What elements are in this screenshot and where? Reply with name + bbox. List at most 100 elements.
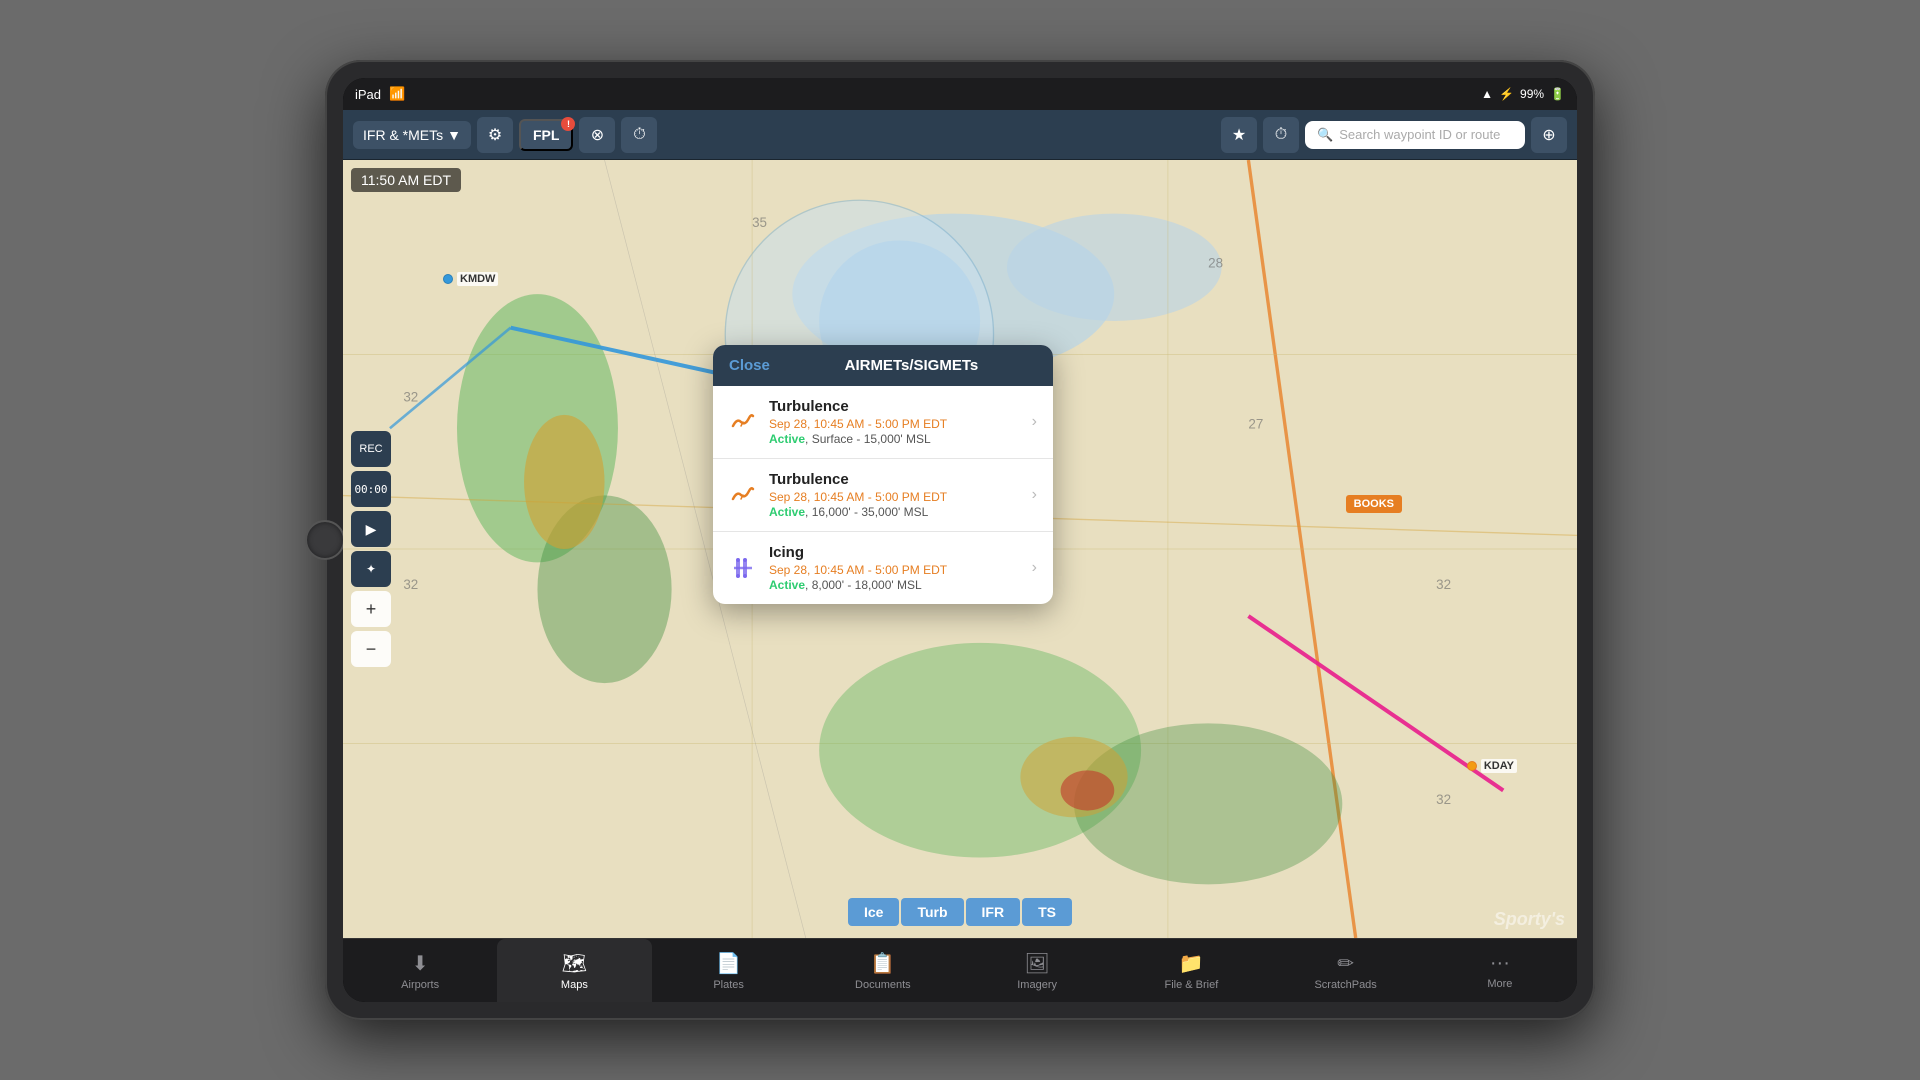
- gear-icon: ⚙: [488, 125, 502, 145]
- books-label-text: BOOKS: [1354, 498, 1394, 510]
- weather-buttons: Ice Turb IFR TS: [848, 898, 1072, 926]
- tab-documents-label: Documents: [855, 979, 911, 991]
- fpl-button[interactable]: FPL !: [519, 119, 573, 151]
- play-button[interactable]: ▶: [351, 511, 391, 547]
- airmet-status-2: Active, 16,000' - 35,000' MSL: [769, 505, 1020, 519]
- airmet-header: Close AIRMETs/SIGMETs: [713, 345, 1053, 386]
- airmet-time-icing: Sep 28, 10:45 AM - 5:00 PM EDT: [769, 563, 1020, 577]
- ts-button[interactable]: TS: [1022, 898, 1072, 926]
- documents-icon: 📋: [870, 951, 895, 976]
- turbulence-icon-1: [729, 408, 757, 436]
- search-icon: 🔍: [1317, 127, 1333, 143]
- tab-file-brief[interactable]: 📁 File & Brief: [1114, 939, 1268, 1002]
- timer-display[interactable]: 00:00: [351, 471, 391, 507]
- toolbar: IFR & *METs ▼ ⚙ FPL ! ⊗ ⏱ ★: [343, 110, 1577, 160]
- clock-button[interactable]: ⏱: [1263, 117, 1299, 153]
- airports-icon: ⬇: [412, 951, 429, 976]
- chevron-right-icon-2: ›: [1032, 486, 1037, 504]
- fpl-badge: !: [561, 117, 575, 131]
- ice-button[interactable]: Ice: [848, 898, 899, 926]
- location-icon: ▲: [1481, 87, 1493, 101]
- bookmark-button[interactable]: ★: [1221, 117, 1257, 153]
- svg-text:32: 32: [1436, 577, 1451, 592]
- chevron-right-icon-icing: ›: [1032, 559, 1037, 577]
- kmdw-label-text: KMDW: [457, 272, 498, 286]
- file-brief-icon: 📁: [1179, 951, 1204, 976]
- tab-airports[interactable]: ⬇ Airports: [343, 939, 497, 1002]
- imagery-icon: 🖼: [1024, 951, 1049, 976]
- maps-icon: 🗺: [562, 951, 587, 976]
- airmet-popup-title: AIRMETs/SIGMETs: [786, 357, 1037, 374]
- status-bar: iPad 📶 ▲ ⚡ 99% 🔋: [343, 78, 1577, 110]
- rec-button[interactable]: REC: [351, 431, 391, 467]
- tab-maps[interactable]: 🗺 Maps: [497, 939, 651, 1002]
- tab-plates[interactable]: 📄 Plates: [652, 939, 806, 1002]
- kday-label-text: KDAY: [1481, 759, 1517, 773]
- wifi-icon: 📶: [389, 86, 405, 102]
- airmet-type-2: Turbulence: [769, 471, 1020, 488]
- device-screen: iPad 📶 ▲ ⚡ 99% 🔋 IFR & *METs ▼ ⚙: [343, 78, 1577, 1002]
- svg-text:32: 32: [403, 389, 418, 404]
- airmet-popup: Close AIRMETs/SIGMETs Tur: [713, 345, 1053, 604]
- tab-imagery[interactable]: 🖼 Imagery: [960, 939, 1114, 1002]
- airmet-item-icing[interactable]: Icing Sep 28, 10:45 AM - 5:00 PM EDT Act…: [713, 532, 1053, 604]
- status-right: ▲ ⚡ 99% 🔋: [1481, 87, 1565, 101]
- turbulence-icon-2: [729, 481, 757, 509]
- books-waypoint[interactable]: BOOKS: [1346, 495, 1402, 513]
- search-placeholder: Search waypoint ID or route: [1339, 127, 1500, 142]
- tab-scratchpads-label: ScratchPads: [1314, 979, 1376, 991]
- close-button[interactable]: Close: [729, 357, 770, 374]
- zoom-in-button[interactable]: +: [351, 591, 391, 627]
- chevron-down-icon: ▼: [447, 127, 461, 143]
- scratchpads-icon: ✏: [1337, 951, 1354, 976]
- timer-button[interactable]: ⏱: [621, 117, 657, 153]
- svg-text:27: 27: [1248, 416, 1263, 431]
- airmet-item-turbulence-1[interactable]: Turbulence Sep 28, 10:45 AM - 5:00 PM ED…: [713, 386, 1053, 459]
- settings-button[interactable]: ⚙: [477, 117, 513, 153]
- bluetooth-label: ⚡: [1499, 87, 1514, 101]
- rec-label: REC: [359, 443, 382, 455]
- tab-airports-label: Airports: [401, 979, 439, 991]
- status-left: iPad 📶: [355, 86, 405, 102]
- tab-imagery-label: Imagery: [1017, 979, 1057, 991]
- content-area: IFR & *METs ▼ ⚙ FPL ! ⊗ ⏱ ★: [343, 110, 1577, 1002]
- turb-button[interactable]: Turb: [901, 898, 963, 926]
- kday-waypoint[interactable]: KDAY: [1467, 759, 1517, 773]
- battery-icon: 🔋: [1550, 87, 1565, 101]
- sync-button[interactable]: ⊗: [579, 117, 615, 153]
- tab-documents[interactable]: 📋 Documents: [806, 939, 960, 1002]
- tab-scratchpads[interactable]: ✏ ScratchPads: [1269, 939, 1423, 1002]
- airmet-item-turbulence-2[interactable]: Turbulence Sep 28, 10:45 AM - 5:00 PM ED…: [713, 459, 1053, 532]
- timer-value: 00:00: [354, 483, 387, 496]
- airmet-info-icing: Icing Sep 28, 10:45 AM - 5:00 PM EDT Act…: [769, 544, 1020, 592]
- airmet-info-2: Turbulence Sep 28, 10:45 AM - 5:00 PM ED…: [769, 471, 1020, 519]
- airmet-time-2: Sep 28, 10:45 AM - 5:00 PM EDT: [769, 490, 1020, 504]
- ifr-button[interactable]: IFR: [966, 898, 1021, 926]
- search-box[interactable]: 🔍 Search waypoint ID or route: [1305, 121, 1525, 149]
- route-button[interactable]: ✦: [351, 551, 391, 587]
- svg-text:32: 32: [403, 577, 418, 592]
- airmet-time-1: Sep 28, 10:45 AM - 5:00 PM EDT: [769, 417, 1020, 431]
- zoom-out-button[interactable]: −: [351, 631, 391, 667]
- more-icon: ···: [1490, 952, 1510, 975]
- plates-icon: 📄: [716, 951, 741, 976]
- timer-icon: ⏱: [633, 126, 645, 144]
- watermark: Sporty's: [1494, 909, 1565, 930]
- kmdw-waypoint[interactable]: KMDW: [443, 272, 498, 286]
- kday-dot: [1467, 761, 1477, 771]
- carrier-label: iPad: [355, 87, 381, 102]
- crosshair-icon: ⊕: [1542, 125, 1555, 145]
- home-button[interactable]: [305, 520, 345, 560]
- ifr-mets-dropdown[interactable]: IFR & *METs ▼: [353, 121, 471, 149]
- tab-plates-label: Plates: [713, 979, 744, 991]
- locate-button[interactable]: ⊕: [1531, 117, 1567, 153]
- chevron-right-icon-1: ›: [1032, 413, 1037, 431]
- tab-more[interactable]: ··· More: [1423, 939, 1577, 1002]
- fpl-label: FPL: [533, 127, 559, 143]
- sync-icon: ⊗: [591, 125, 604, 145]
- kmdw-dot: [443, 274, 453, 284]
- minus-icon: −: [366, 639, 377, 660]
- svg-text:32: 32: [1436, 792, 1451, 807]
- time-display: 11:50 AM EDT: [351, 168, 461, 192]
- tab-maps-label: Maps: [561, 979, 588, 991]
